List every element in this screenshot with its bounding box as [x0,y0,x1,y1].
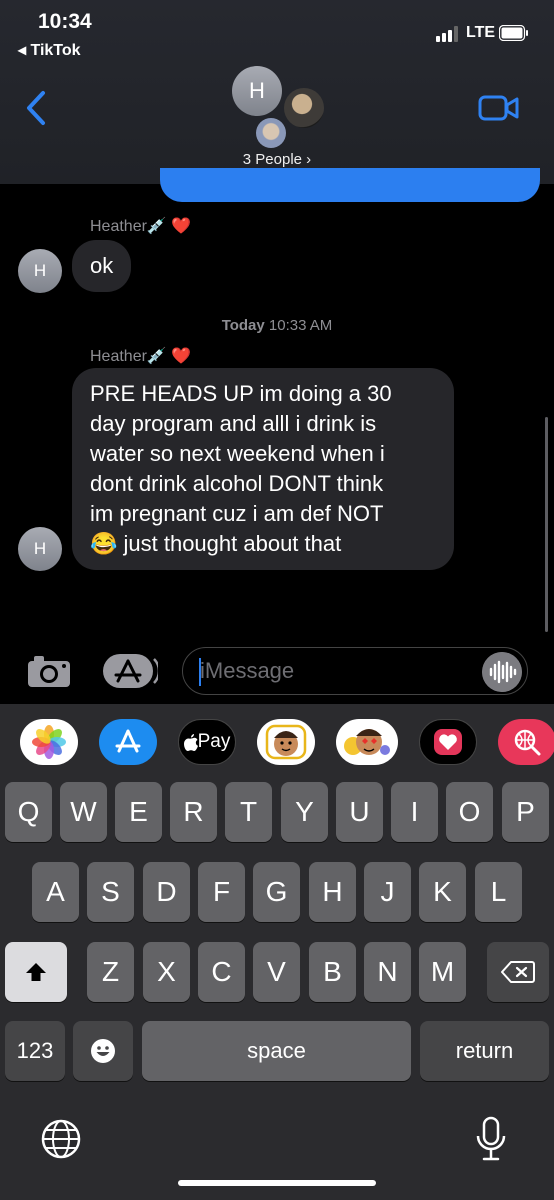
memoji-stickers-icon [344,729,390,755]
key-y[interactable]: Y [281,782,328,842]
apple-logo-icon [183,733,198,751]
space-key[interactable]: space [142,1021,411,1081]
home-indicator[interactable] [178,1180,376,1186]
group-avatar-photo[interactable] [284,88,324,128]
return-key[interactable]: return [420,1021,549,1081]
group-avatar-heather[interactable]: H [232,66,282,116]
photos-icon [32,725,66,759]
photos-app-button[interactable] [20,719,78,765]
scroll-indicator[interactable] [545,417,548,632]
key-k[interactable]: K [419,862,466,922]
key-x[interactable]: X [143,942,190,1002]
message-line: day program and alll i drink is [90,411,377,436]
key-i[interactable]: I [391,782,438,842]
dictation-mic-icon[interactable] [474,1116,508,1162]
key-f[interactable]: F [198,862,245,922]
facetime-video-icon[interactable] [478,94,520,122]
key-n[interactable]: N [364,942,411,1002]
heart-icon [434,729,462,755]
key-m[interactable]: M [419,942,466,1002]
key-a[interactable]: A [32,862,79,922]
timestamp-day: Today [221,317,265,334]
message-line: dont drink alcohol DONT think [90,471,384,496]
battery-icon [499,25,528,41]
key-v[interactable]: V [253,942,300,1002]
key-t[interactable]: T [225,782,272,842]
network-type: LTE [466,24,496,41]
memoji-stickers-button[interactable] [336,719,398,765]
status-time: 10:34 [38,10,92,33]
key-h[interactable]: H [309,862,356,922]
key-o[interactable]: O [446,782,493,842]
group-people-button[interactable]: 3 People › [0,151,554,168]
key-q[interactable]: Q [5,782,52,842]
key-j[interactable]: J [364,862,411,922]
emoji-key[interactable] [73,1021,133,1081]
back-to-app-link[interactable]: ◂ TikTok [18,40,81,60]
message-line: PRE HEADS UP im doing a 30 [90,381,392,406]
key-g[interactable]: G [253,862,300,922]
key-b[interactable]: B [309,942,356,1002]
key-s[interactable]: S [87,862,134,922]
message-line: 😂 just thought about that [90,531,342,556]
message-avatar[interactable]: H [18,249,62,293]
memoji-face-icon [265,724,307,760]
key-l[interactable]: L [475,862,522,922]
received-message-bubble[interactable]: PRE HEADS UP im doing a 30 day program a… [72,368,454,570]
image-search-button[interactable] [498,719,554,765]
emoji-icon [91,1039,115,1063]
key-e[interactable]: E [115,782,162,842]
key-r[interactable]: R [170,782,217,842]
key-c[interactable]: C [198,942,245,1002]
group-avatar-photo-small[interactable] [256,118,286,148]
app-store-icon [115,729,141,753]
key-d[interactable]: D [143,862,190,922]
received-message-bubble[interactable]: ok [72,240,132,292]
key-u[interactable]: U [336,782,383,842]
audio-message-icon[interactable] [482,652,522,692]
message-avatar[interactable]: H [18,527,62,571]
key-z[interactable]: Z [87,942,134,1002]
apple-pay-label: Pay [197,731,231,752]
timestamp: Today 10:33 AM [0,317,554,334]
cellular-signal-icon [436,26,458,42]
timestamp-time: 10:33 AM [268,317,333,334]
message-placeholder: iMessage [200,658,295,683]
sent-message-bubble-partial[interactable] [160,168,540,202]
globe-icon[interactable] [40,1118,82,1160]
message-line: im pregnant cuz i am def NOT [90,501,384,526]
sender-name: Heather💉 ❤️ [90,348,192,365]
message-line: water so next weekend when i [90,441,385,466]
key-w[interactable]: W [60,782,107,842]
globe-search-icon [514,729,541,756]
backspace-icon [501,961,535,983]
camera-icon[interactable] [26,653,72,689]
memoji-app-button[interactable] [257,719,315,765]
app-store-icon[interactable] [102,653,158,689]
digital-touch-button[interactable] [419,719,477,765]
apple-pay-button[interactable]: Pay [178,719,236,765]
back-chevron-icon[interactable] [24,90,48,126]
shift-key[interactable] [5,942,67,1002]
key-p[interactable]: P [502,782,549,842]
sender-name: Heather💉 ❤️ [90,218,192,235]
message-text: ok [90,253,114,278]
numbers-key[interactable]: 123 [5,1021,65,1081]
app-store-button[interactable] [99,719,157,765]
delete-key[interactable] [487,942,549,1002]
shift-arrow-icon [26,963,46,981]
